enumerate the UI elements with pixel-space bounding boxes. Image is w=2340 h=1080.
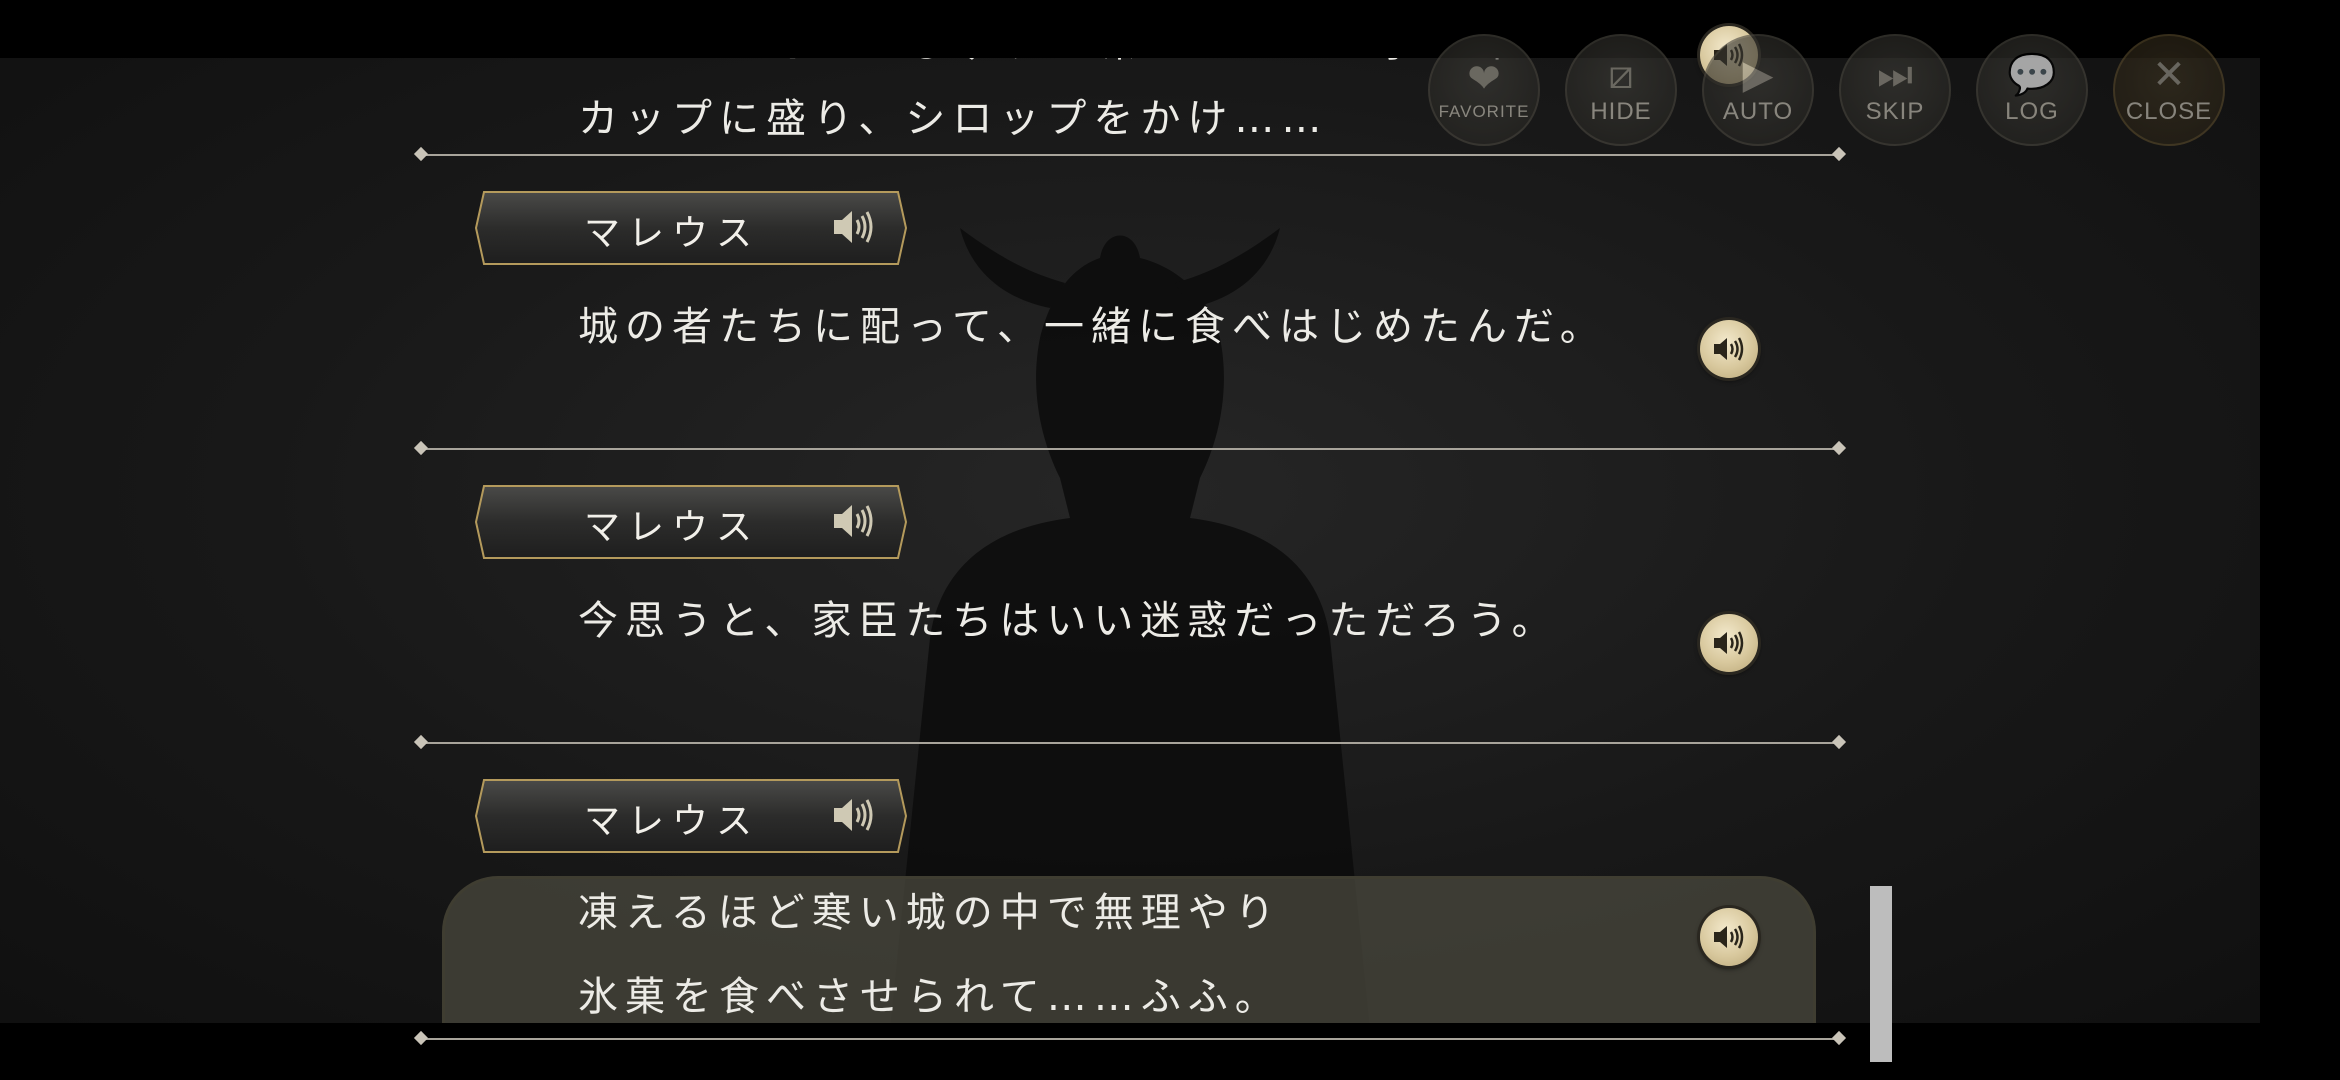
- heart-icon: ❤: [1467, 56, 1501, 102]
- log-divider: [420, 448, 1840, 450]
- log-line-partial-2: カップに盛り、シロップをかけ……: [578, 96, 1329, 142]
- close-button[interactable]: ✕ CLOSE: [2113, 34, 2225, 146]
- log-divider: [420, 742, 1840, 744]
- log-scrollbar[interactable]: [1870, 886, 1892, 1062]
- speaker-name: マレウス: [584, 801, 761, 842]
- hide-icon: ⧄: [1608, 52, 1634, 98]
- log-divider: [420, 154, 1840, 156]
- hide-button[interactable]: ⧄ HIDE: [1565, 34, 1677, 146]
- close-icon: ✕: [2152, 52, 2186, 98]
- voice-replay-button[interactable]: [1700, 908, 1758, 966]
- voice-replay-button[interactable]: [1700, 320, 1758, 378]
- log-line: 氷菓を食べさせられて……ふふ。: [578, 974, 1282, 1020]
- close-label: CLOSE: [2125, 98, 2213, 125]
- log-line: 城の者たちに配って、一緒に食べはじめたんだ。: [578, 304, 1607, 350]
- speaker-nameplate: マレウス: [474, 778, 908, 854]
- favorite-label: FAVORITE: [1438, 102, 1530, 121]
- speaker-icon[interactable]: [830, 206, 876, 248]
- speaker-icon: [1714, 631, 1744, 655]
- voice-replay-button[interactable]: [1700, 614, 1758, 672]
- log-divider: [420, 1038, 1840, 1040]
- skip-icon: ⏭: [1877, 52, 1913, 98]
- speaker-name: マレウス: [584, 213, 761, 254]
- speaker-nameplate: マレウス: [474, 484, 908, 560]
- skip-button[interactable]: ⏭ SKIP: [1839, 34, 1951, 146]
- log-button[interactable]: 💬 LOG: [1976, 34, 2088, 146]
- log-line: 今思うと、家臣たちはいい迷惑だっただろう。: [578, 598, 1559, 644]
- auto-button[interactable]: ▶ AUTO: [1702, 34, 1814, 146]
- speaker-icon: [1714, 337, 1744, 361]
- hide-label: HIDE: [1590, 98, 1652, 125]
- skip-label: SKIP: [1865, 98, 1925, 125]
- auto-icon: ▶: [1742, 52, 1774, 98]
- speaker-icon[interactable]: [830, 500, 876, 542]
- auto-label: AUTO: [1722, 98, 1794, 125]
- favorite-button[interactable]: ❤ FAVORITE: [1428, 34, 1540, 146]
- speaker-nameplate: マレウス: [474, 190, 908, 266]
- speaker-name: マレウス: [584, 507, 761, 548]
- speaker-icon: [1714, 925, 1744, 949]
- speaker-icon[interactable]: [830, 794, 876, 836]
- chat-bubble-icon: 💬: [2007, 52, 2057, 98]
- top-toolbar: ❤ FAVORITE ⧄ HIDE ▶ AUTO ⏭ SKIP 💬 LOG ✕ …: [1428, 34, 2228, 152]
- log-label: LOG: [2005, 98, 2059, 125]
- log-line: 凍えるほど寒い城の中で無理やり: [578, 890, 1282, 936]
- game-backlog-screen: リリアはそこらじゅうを凍らせていた氷を砕いて カップに盛り、シロップをかけ…… …: [0, 58, 2260, 1023]
